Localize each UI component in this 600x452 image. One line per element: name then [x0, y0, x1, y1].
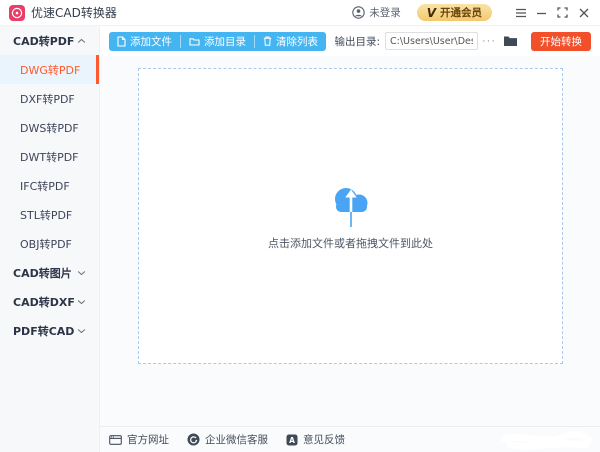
dropzone-hint: 点击添加文件或者拖拽文件到此处: [268, 235, 433, 251]
login-status-label: 未登录: [369, 5, 401, 20]
sidebar-item-label: DWS转PDF: [20, 120, 79, 136]
wechat-support-link[interactable]: 企业微信客服: [187, 432, 268, 447]
sidebar-group-cad-to-image[interactable]: CAD转图片: [0, 258, 99, 287]
sidebar-group-label: CAD转PDF: [13, 33, 74, 49]
official-website-link[interactable]: 官方网址: [109, 432, 169, 447]
sidebar-item-dwg-to-pdf[interactable]: DWG转PDF: [0, 55, 99, 84]
browse-more-button[interactable]: ···: [478, 35, 500, 47]
sidebar-item-label: STL转PDF: [20, 207, 72, 223]
clear-list-button[interactable]: 清除列表: [255, 32, 326, 51]
output-group: 输出目录: ··· 开始转换: [334, 32, 591, 51]
output-path-input[interactable]: [385, 32, 478, 50]
file-actions-bar: 添加文件 添加目录 清除列表: [109, 32, 326, 51]
app-window: 优速CAD转换器 未登录 V 开通会员: [0, 0, 600, 452]
chevron-down-icon: [77, 270, 86, 276]
main-area: 添加文件 添加目录 清除列表: [100, 26, 600, 452]
trash-icon: [263, 36, 272, 46]
add-folder-button[interactable]: 添加目录: [181, 32, 254, 51]
feedback-link[interactable]: A 意见反馈: [286, 432, 345, 447]
hamburger-icon: [515, 8, 527, 18]
login-status[interactable]: 未登录: [352, 5, 401, 20]
sidebar-item-label: OBJ转PDF: [20, 236, 72, 252]
add-file-label: 添加文件: [130, 34, 172, 49]
content-panel: 点击添加文件或者拖拽文件到此处: [100, 56, 600, 426]
add-folder-label: 添加目录: [204, 34, 246, 49]
vip-button-label: 开通会员: [440, 5, 482, 20]
vip-crown-icon: V: [427, 7, 436, 19]
chevron-down-icon: [77, 328, 86, 334]
chevron-down-icon: [77, 299, 86, 305]
sidebar-group-label: PDF转CAD: [13, 323, 74, 339]
minimize-button[interactable]: [531, 3, 552, 23]
open-output-folder-button[interactable]: [503, 35, 518, 47]
output-dir-label: 输出目录:: [334, 34, 380, 49]
sidebar-item-label: DWT转PDF: [20, 149, 79, 165]
file-dropzone[interactable]: 点击添加文件或者拖拽文件到此处: [138, 68, 563, 364]
menu-button[interactable]: [510, 3, 531, 23]
minimize-icon: [536, 8, 547, 18]
footer: 官方网址 企业微信客服 A 意见反馈: [100, 426, 600, 452]
sidebar-item-obj-to-pdf[interactable]: OBJ转PDF: [0, 229, 99, 258]
titlebar: 优速CAD转换器 未登录 V 开通会员: [0, 0, 600, 26]
sidebar-item-label: DXF转PDF: [20, 91, 75, 107]
sidebar-group-label: CAD转DXF: [13, 294, 75, 310]
sidebar-item-label: DWG转PDF: [20, 62, 80, 78]
sidebar: CAD转PDF DWG转PDF DXF转PDF DWS转PDF DWT转PDF …: [0, 26, 100, 452]
vip-button[interactable]: V 开通会员: [417, 4, 492, 21]
wechat-support-label: 企业微信客服: [205, 432, 268, 447]
maximize-button[interactable]: [552, 3, 573, 23]
open-folder-icon: [503, 35, 518, 47]
close-icon: [579, 8, 589, 18]
cloud-upload-icon: [326, 182, 376, 230]
official-website-label: 官方网址: [127, 432, 169, 447]
sidebar-item-ifc-to-pdf[interactable]: IFC转PDF: [0, 171, 99, 200]
sidebar-group-cad-to-pdf[interactable]: CAD转PDF: [0, 26, 99, 55]
clear-list-label: 清除列表: [276, 34, 318, 49]
svg-text:A: A: [289, 435, 295, 444]
start-convert-button[interactable]: 开始转换: [531, 32, 591, 51]
file-icon: [117, 36, 126, 47]
feedback-label: 意见反馈: [303, 432, 345, 447]
body: CAD转PDF DWG转PDF DXF转PDF DWS转PDF DWT转PDF …: [0, 26, 600, 452]
app-logo-icon: [9, 5, 25, 21]
chevron-up-icon: [77, 38, 86, 44]
sidebar-item-dwt-to-pdf[interactable]: DWT转PDF: [0, 142, 99, 171]
sidebar-group-pdf-to-cad[interactable]: PDF转CAD: [0, 316, 99, 345]
toolbar: 添加文件 添加目录 清除列表: [100, 26, 600, 56]
feedback-icon: A: [286, 434, 298, 446]
user-icon: [352, 6, 365, 19]
add-file-button[interactable]: 添加文件: [109, 32, 180, 51]
titlebar-right: 未登录 V 开通会员: [352, 3, 590, 23]
browser-icon: [109, 435, 122, 445]
folder-icon: [189, 37, 200, 46]
sidebar-group-label: CAD转图片: [13, 265, 72, 281]
maximize-icon: [557, 7, 568, 18]
app-title: 优速CAD转换器: [31, 4, 117, 21]
sidebar-item-label: IFC转PDF: [20, 178, 70, 194]
wechat-icon: [187, 433, 200, 446]
close-button[interactable]: [573, 3, 594, 23]
sidebar-item-stl-to-pdf[interactable]: STL转PDF: [0, 200, 99, 229]
sidebar-item-dws-to-pdf[interactable]: DWS转PDF: [0, 113, 99, 142]
sidebar-item-dxf-to-pdf[interactable]: DXF转PDF: [0, 84, 99, 113]
sidebar-group-cad-to-dxf[interactable]: CAD转DXF: [0, 287, 99, 316]
watermark-scribble: [498, 431, 594, 451]
